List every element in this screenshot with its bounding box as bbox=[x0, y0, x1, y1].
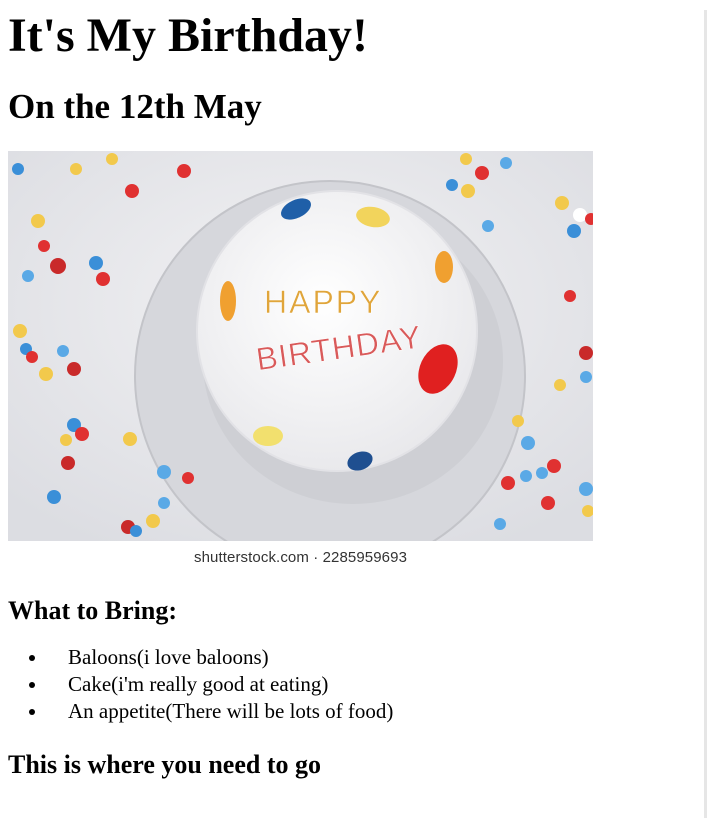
birthday-cake-photo-icon: HAPPY BIRTHDAY bbox=[8, 151, 593, 542]
birthday-cake-image: HAPPY BIRTHDAY shutterstock.com · 228595… bbox=[8, 151, 593, 570]
bring-heading: What to Bring: bbox=[8, 596, 177, 626]
page: It's My Birthday! On the 12th May HAPPY … bbox=[0, 9, 707, 780]
page-subtitle: On the 12th May bbox=[8, 86, 262, 126]
list-item: An appetite(There will be lots of food) bbox=[48, 698, 699, 725]
image-watermark: shutterstock.com · 2285959693 bbox=[193, 549, 408, 567]
cake-text-happy: HAPPY bbox=[264, 284, 382, 320]
directions-heading: This is where you need to go bbox=[8, 750, 321, 780]
list-item: Cake(i'm really good at eating) bbox=[48, 671, 699, 698]
bring-list: Baloons(i love baloons) Cake(i'm really … bbox=[8, 644, 699, 725]
page-title: It's My Birthday! bbox=[8, 9, 368, 62]
list-item: Baloons(i love baloons) bbox=[48, 644, 699, 671]
